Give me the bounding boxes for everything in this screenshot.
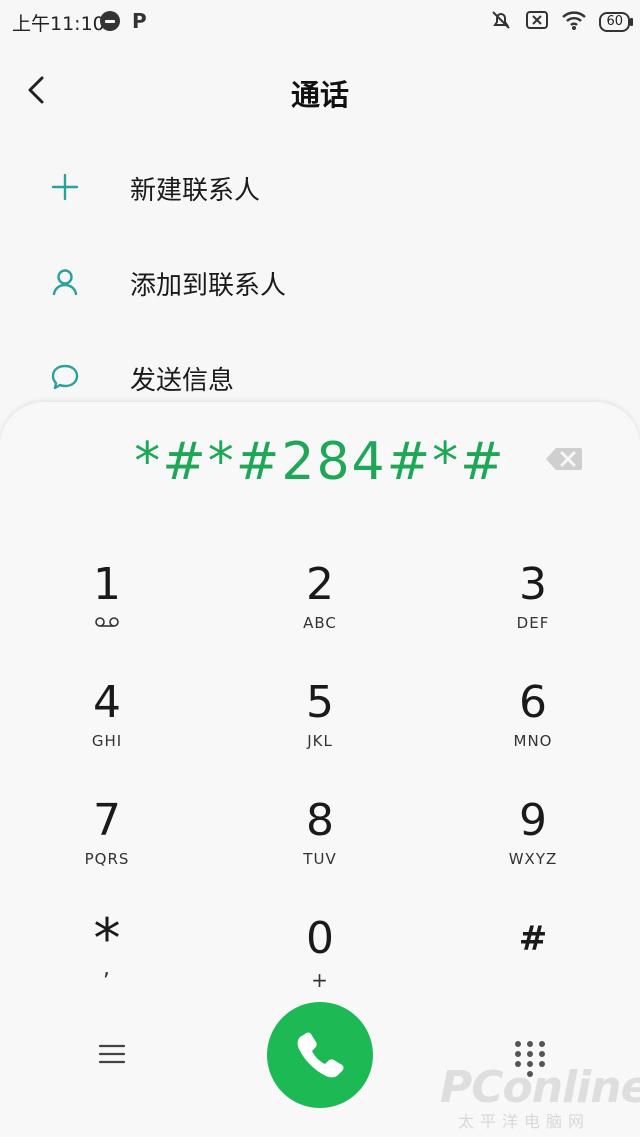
key-5[interactable]: 5 JKL [240,678,400,778]
backspace-icon [546,448,582,470]
key-letters: WXYZ [508,850,558,868]
key-digit: # [518,919,548,959]
call-button[interactable] [267,1002,373,1108]
key-hash[interactable]: # [453,914,613,1014]
menu-label: 发送信息 [130,366,235,396]
key-digit: 5 [306,677,334,728]
key-digit: 2 [306,559,334,610]
hamburger-icon [98,1044,126,1064]
voicemail-icon [95,617,119,627]
key-3[interactable]: 3 DEF [453,560,613,660]
key-digit: 8 [306,795,334,846]
key-letters: PQRS [84,850,130,868]
key-4[interactable]: 4 GHI [27,678,187,778]
battery-icon: 60 [599,12,633,32]
key-star[interactable]: * , [27,912,187,1014]
status-bar: 上午11:10 P 60 [0,0,640,42]
add-to-contact-item[interactable]: 添加到联系人 [0,247,640,317]
key-letters: + [311,968,329,992]
menu-label: 新建联系人 [130,176,261,206]
wifi-icon [561,9,587,35]
key-letters: MNO [513,732,553,750]
new-contact-item[interactable]: 新建联系人 [0,152,640,222]
key-letters: DEF [516,614,550,632]
message-icon [48,360,82,394]
plus-icon [48,170,82,204]
key-digit: 4 [93,677,121,728]
key-letters: JKL [307,732,333,750]
status-time: 上午11:10 [12,13,105,35]
watermark-logo: PConline [440,1062,640,1113]
key-2[interactable]: 2 ABC [240,560,400,660]
watermark-subtitle: 太平洋电脑网 [458,1112,591,1131]
key-letters: ABC [303,614,337,632]
dial-panel: *#*#284#*# 1 2 ABC 3 DEF 4 GHI 5 JKL 6 M… [0,402,640,1137]
person-icon [48,265,82,299]
page-title: 通话 [290,78,349,112]
key-digit: 1 [93,559,121,610]
parking-icon: P [132,9,147,33]
menu-button[interactable] [90,1032,134,1076]
key-letters: GHI [91,732,123,750]
key-8[interactable]: 8 TUV [240,796,400,896]
key-letters: , [103,956,111,981]
key-6[interactable]: 6 MNO [453,678,613,778]
phone-icon [297,1032,344,1078]
sim-off-icon [525,9,549,35]
key-digit: 3 [519,559,547,610]
key-7[interactable]: 7 PQRS [27,796,187,896]
key-1[interactable]: 1 [27,560,187,660]
header: 通话 [0,60,640,124]
key-digit: 6 [519,677,547,728]
key-digit: 7 [93,795,121,846]
key-digit: 9 [519,795,547,846]
key-digit: 0 [306,913,334,964]
alarm-off-icon [489,8,513,36]
key-0[interactable]: 0 + [240,914,400,1014]
menu-label: 添加到联系人 [130,271,287,301]
key-9[interactable]: 9 WXYZ [453,796,613,896]
backspace-button[interactable] [544,442,584,476]
key-letters: TUV [303,850,337,868]
do-not-disturb-icon [100,11,120,31]
